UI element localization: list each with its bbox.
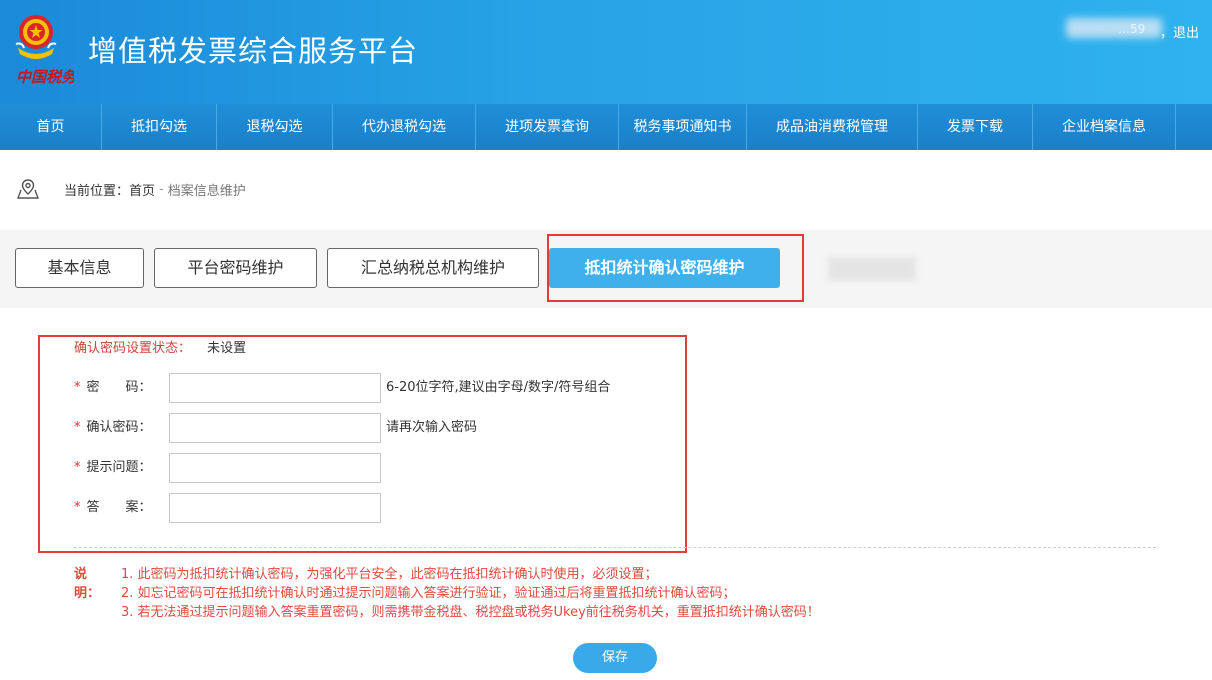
map-location-icon [16,179,40,199]
status-value: 未设置 [207,341,247,356]
breadcrumb-separator: - [159,181,164,197]
breadcrumb-current: 档案信息维护 [167,183,246,199]
breadcrumb-label: 当前位置： [64,183,130,199]
required-mark: * [74,420,81,435]
nav-overflow [1176,104,1212,150]
main-nav: 首页 抵扣勾选 退税勾选 代办退税勾选 进项发票查询 税务事项通知书 成品油消费… [0,104,1212,150]
question-input[interactable] [169,453,381,483]
status-row: 确认密码设置状态： 未设置 [74,334,246,364]
nav-item-tax-notice[interactable]: 税务事项通知书 [619,104,747,150]
tab-basic-info[interactable]: 基本信息 [15,248,144,288]
divider [74,547,1156,548]
site-title: 增值税发票综合服务平台 [88,34,419,68]
nav-item-input-invoice-query[interactable]: 进项发票查询 [476,104,619,150]
breadcrumb-home[interactable]: 首页 [129,180,155,199]
emblem-text: 中国税务 [16,68,74,86]
logout-link[interactable]: ，退出 [1160,22,1199,41]
question-label: 提示问题： [86,460,152,475]
password-row: * 密 码： [74,373,152,403]
header-bar: 中国税务 增值税发票综合服务平台 …59 ，退出 [0,0,1212,104]
password-label: 密 码： [86,380,152,395]
password-input[interactable] [169,373,381,403]
note-line: 3. 若无法通过提示问题输入答案重置密码，则需携带金税盘、税控盘或税务Ukey前… [121,605,820,620]
required-mark: * [74,380,81,395]
password-hint: 6-20位字符,建议由字母/数字/符号组合 [386,380,611,395]
answer-label: 答 案： [86,500,152,515]
save-button[interactable]: 保存 [573,643,657,673]
nav-item-agent-refund-select[interactable]: 代办退税勾选 [333,104,476,150]
confirm-row: * 确认密码： [74,413,152,443]
blurred-username [1066,18,1162,38]
tab-deduction-confirm-password[interactable]: 抵扣统计确认密码维护 [549,248,780,288]
nav-item-invoice-download[interactable]: 发票下载 [918,104,1033,150]
answer-input[interactable] [169,493,381,523]
nav-item-company-archive[interactable]: 企业档案信息 [1033,104,1176,150]
answer-row: * 答 案： [74,493,152,523]
breadcrumb: 当前位置： 首页 - 档案信息维护 [16,176,246,202]
nav-item-deduction-select[interactable]: 抵扣勾选 [102,104,217,150]
tab-head-office[interactable]: 汇总纳税总机构维护 [327,248,539,288]
status-label: 确认密码设置状态： [74,341,192,356]
tab-platform-password[interactable]: 平台密码维护 [154,248,317,288]
confirm-password-hint: 请再次输入密码 [386,420,478,435]
note-line: 1. 此密码为抵扣统计确认密码，为强化平台安全，此密码在抵扣统计确认时使用，必须… [121,567,658,582]
blurred-tab [828,257,916,281]
nav-item-refund-select[interactable]: 退税勾选 [217,104,333,150]
username-partial: …59 [1118,22,1146,36]
nav-item-oil-tax[interactable]: 成品油消费税管理 [747,104,918,150]
required-mark: * [74,500,81,515]
required-mark: * [74,460,81,475]
confirm-password-label: 确认密码： [86,420,152,435]
tab-bar: 基本信息 平台密码维护 汇总纳税总机构维护 抵扣统计确认密码维护 [0,230,1212,308]
nav-item-home[interactable]: 首页 [0,104,102,150]
note-line: 2. 如忘记密码可在抵扣统计确认时通过提示问题输入答案进行验证，验证通过后将重置… [121,586,736,601]
notes-title: 说明： [74,567,101,601]
confirm-password-input[interactable] [169,413,381,443]
question-row: * 提示问题： [74,453,152,483]
tax-emblem-logo: 中国税务 [15,15,74,86]
